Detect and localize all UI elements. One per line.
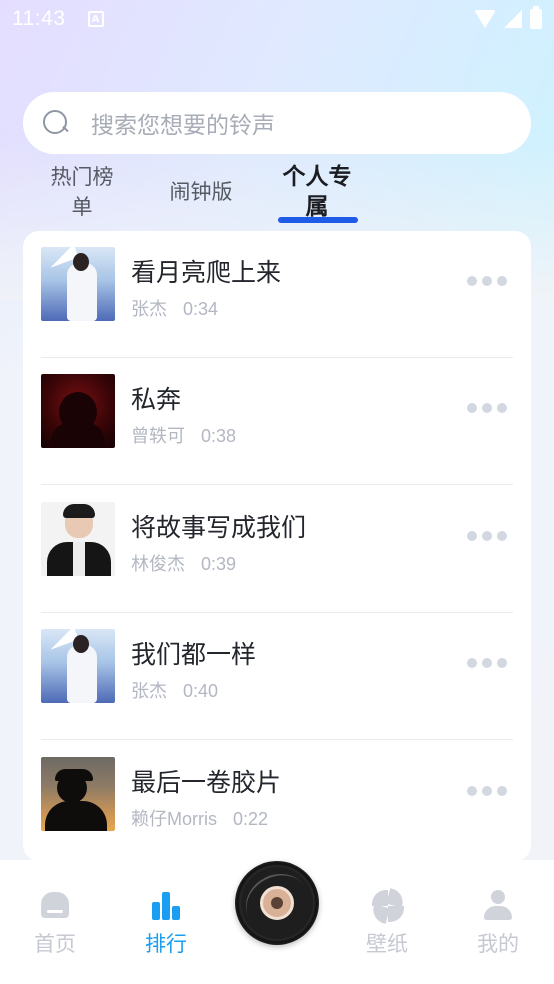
more-options-icon[interactable] [467,658,507,668]
song-row[interactable]: 看月亮爬上来 张杰 0:34 [23,231,531,358]
tab-alarm-version[interactable]: 闹钟版 [160,177,242,207]
song-cover [41,502,115,576]
song-meta: 张杰 0:40 [131,677,218,703]
nav-rank[interactable]: 排行 [121,888,211,958]
song-title: 我们都一样 [131,640,257,669]
tab-hot-chart[interactable]: 热门榜单 [44,162,120,222]
divider [41,739,513,740]
more-options-icon[interactable] [467,531,507,541]
nav-wallpaper[interactable]: 壁纸 [342,888,432,958]
song-cover [41,757,115,831]
song-title: 最后一卷胶片 [131,768,282,797]
nav-mine-label: 我的 [477,932,519,956]
song-artist: 赖仔Morris [131,809,217,829]
song-meta: 赖仔Morris 0:22 [131,805,268,831]
song-meta: 林俊杰 0:39 [131,550,236,576]
song-row[interactable]: 私奔 曾轶可 0:38 [23,358,531,485]
status-bar: 11:43 A [0,0,554,38]
song-duration: 0:38 [201,426,237,446]
song-duration: 0:22 [233,809,269,829]
song-row[interactable]: 将故事写成我们 林俊杰 0:39 [23,486,531,613]
song-row[interactable]: 最后一卷胶片 赖仔Morris 0:22 [23,741,531,861]
song-meta: 曾轶可 0:38 [131,422,236,448]
more-options-icon[interactable] [467,403,507,413]
wifi-icon [474,10,496,28]
nav-wallpaper-label: 壁纸 [366,932,408,956]
user-icon [481,888,515,922]
pinwheel-icon [370,888,406,924]
divider [41,484,513,485]
active-tab-indicator [278,217,358,223]
song-meta: 张杰 0:34 [131,295,218,321]
song-duration: 0:39 [201,554,237,574]
vinyl-disc-icon[interactable] [235,861,319,945]
song-row[interactable]: 我们都一样 张杰 0:40 [23,613,531,740]
search-icon [43,110,69,136]
category-tabs: 热门榜单 闹钟版 个人专属 [0,160,554,226]
song-title: 看月亮爬上来 [131,258,282,287]
home-icon [38,888,72,922]
song-artist: 林俊杰 [131,554,185,574]
song-cover [41,247,115,321]
song-duration: 0:40 [183,681,219,701]
song-list: 看月亮爬上来 张杰 0:34 私奔 曾轶可 0:38 将故事写成我们 林俊杰 0:39 [23,231,531,861]
song-title: 将故事写成我们 [131,513,307,542]
tab-personal[interactable]: 个人专属 [276,162,358,222]
search-input[interactable]: 搜索您想要的铃声 [91,106,275,140]
song-artist: 张杰 [131,681,167,701]
chart-bars-icon [149,888,183,922]
nav-mine[interactable]: 我的 [453,888,543,958]
notification-icon: A [87,11,104,27]
song-duration: 0:34 [183,299,219,319]
search-bar[interactable]: 搜索您想要的铃声 [23,92,531,154]
battery-icon [530,6,542,29]
song-title: 私奔 [131,385,182,414]
song-artist: 张杰 [131,299,167,319]
nav-home-label: 首页 [34,932,76,956]
nav-rank-label: 排行 [145,932,187,956]
signal-icon [504,10,522,28]
song-artist: 曾轶可 [131,426,185,446]
status-time: 11:43 [12,7,66,30]
song-cover [41,374,115,448]
status-indicators [474,6,542,29]
nav-home[interactable]: 首页 [10,888,100,958]
song-cover [41,629,115,703]
more-options-icon[interactable] [467,276,507,286]
more-options-icon[interactable] [467,786,507,796]
